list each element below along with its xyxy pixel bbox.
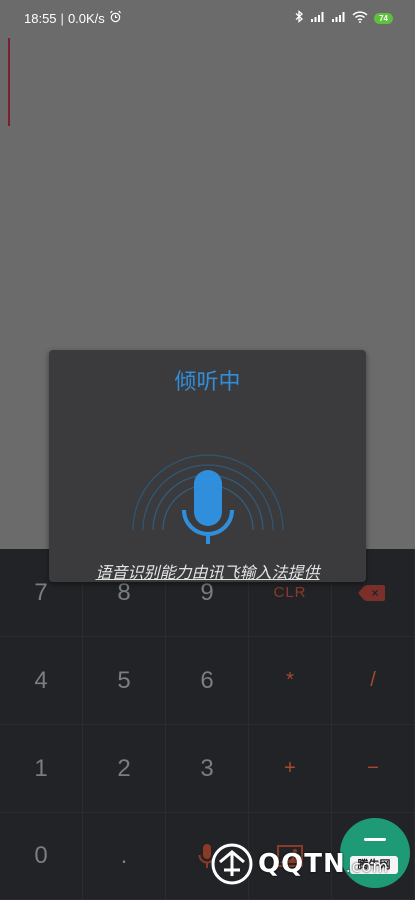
voice-listening-dialog: 倾听中 语音识别能力由讯飞输入法提供 <box>49 350 366 582</box>
dash-icon <box>364 838 386 841</box>
key-2[interactable]: 2 <box>83 725 166 813</box>
key-divide[interactable]: / <box>332 637 415 725</box>
battery-indicator: 74 <box>374 12 393 24</box>
provider-notice[interactable]: 语音识别能力由讯飞输入法提供 <box>49 559 366 583</box>
watermark-text: QQTN.com <box>258 849 389 879</box>
key-minus[interactable]: − <box>332 725 415 813</box>
signal-2-icon <box>331 11 346 26</box>
watermark: QQTN.com <box>210 842 389 886</box>
status-left: 18:55 | 0.0K/s <box>24 10 122 26</box>
key-dot[interactable]: . <box>83 813 166 900</box>
key-multiply[interactable]: * <box>249 637 332 725</box>
key-plus[interactable]: + <box>249 725 332 813</box>
status-bar: 18:55 | 0.0K/s 74 <box>0 0 415 36</box>
key-1[interactable]: 1 <box>0 725 83 813</box>
site-logo-icon <box>211 843 253 885</box>
text-cursor <box>8 38 10 126</box>
bluetooth-icon <box>295 10 304 26</box>
backspace-icon: × <box>358 584 385 601</box>
dialog-title: 倾听中 <box>174 369 241 394</box>
key-3[interactable]: 3 <box>166 725 249 813</box>
status-time: 18:55 <box>24 10 57 26</box>
signal-1-icon <box>310 11 325 26</box>
status-separator: | <box>60 10 64 26</box>
key-4[interactable]: 4 <box>0 637 83 725</box>
alarm-icon <box>109 10 122 26</box>
key-6[interactable]: 6 <box>166 637 249 725</box>
key-0[interactable]: 0 <box>0 813 83 900</box>
status-right: 74 <box>295 10 393 26</box>
large-microphone-icon <box>132 454 284 544</box>
key-5[interactable]: 5 <box>83 637 166 725</box>
voice-mic-indicator[interactable] <box>123 422 293 552</box>
net-speed: 0.0K/s <box>67 10 105 26</box>
wifi-icon <box>352 10 368 26</box>
